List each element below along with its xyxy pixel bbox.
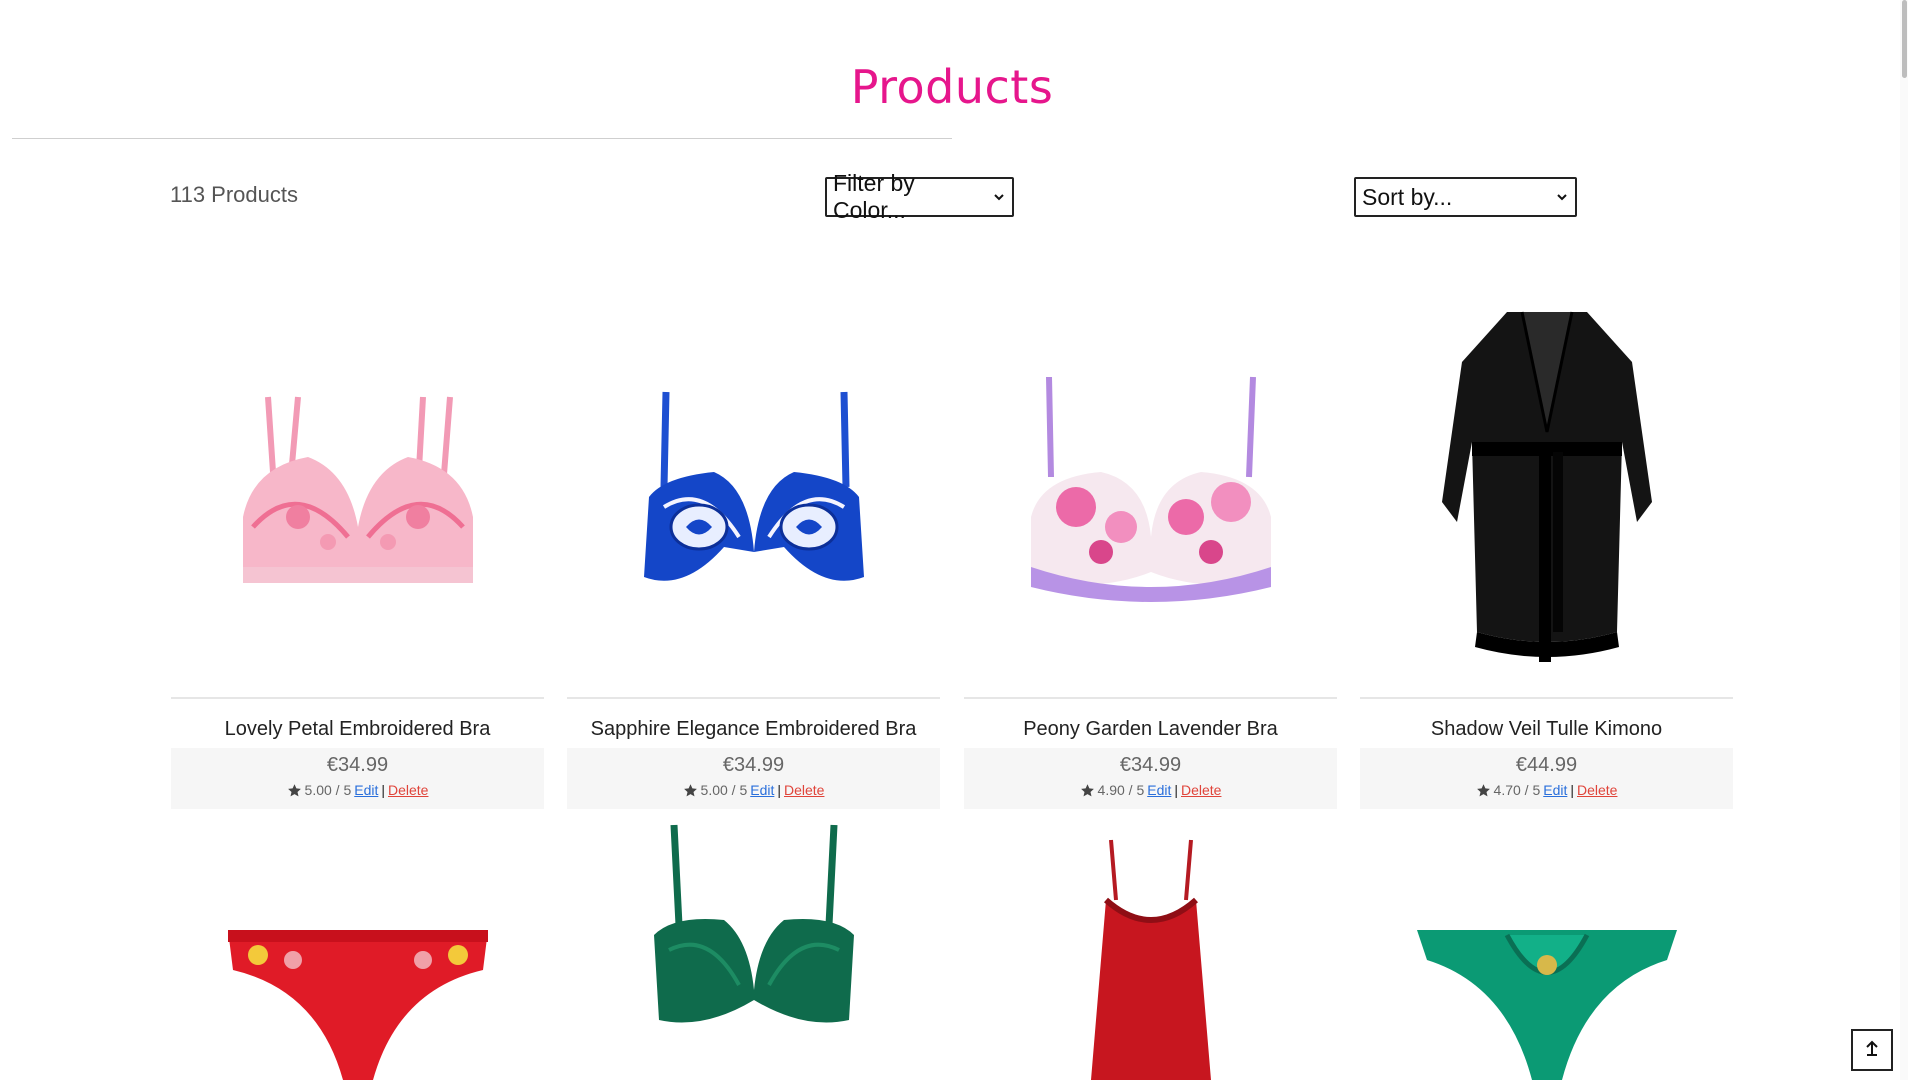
card-divider: [1360, 697, 1733, 699]
separator: |: [381, 782, 385, 798]
card-divider: [964, 697, 1337, 699]
product-card[interactable]: Shadow Veil Tulle Kimono €44.99 4.70 / 5…: [1360, 277, 1733, 809]
product-info: €34.99 5.00 / 5 Edit | Delete: [171, 748, 544, 809]
product-image-black-kimono[interactable]: [1360, 277, 1733, 697]
separator: |: [777, 782, 781, 798]
product-name[interactable]: Shadow Veil Tulle Kimono: [1360, 718, 1733, 742]
product-price: €34.99: [722, 754, 785, 776]
separator: |: [1570, 782, 1574, 798]
chevron-down-icon: [1555, 190, 1569, 204]
edit-link[interactable]: Edit: [750, 782, 774, 798]
product-name[interactable]: Lovely Petal Embroidered Bra: [171, 718, 544, 742]
product-rating: 5.00 / 5: [304, 782, 352, 798]
product-meta: 4.70 / 5 Edit | Delete: [1360, 782, 1733, 798]
product-image-red-slip[interactable]: [964, 820, 1337, 1080]
delete-link[interactable]: Delete: [388, 782, 428, 798]
product-image-green-bra[interactable]: [567, 820, 940, 1080]
product-rating: 4.90 / 5: [1097, 782, 1145, 798]
product-meta: 4.90 / 5 Edit | Delete: [964, 782, 1337, 798]
scroll-to-top-button[interactable]: [1851, 1029, 1893, 1071]
title-divider: [12, 138, 952, 139]
page-scrollbar[interactable]: [1900, 0, 1908, 1080]
arrow-up-icon: [1862, 1038, 1882, 1062]
color-filter-select[interactable]: Filter by Color...: [825, 170, 1014, 223]
product-rating: 5.00 / 5: [700, 782, 748, 798]
product-name[interactable]: Sapphire Elegance Embroidered Bra: [567, 718, 940, 742]
color-filter-value: Filter by Color...: [833, 170, 915, 223]
product-card[interactable]: Lovely Petal Embroidered Bra €34.99 5.00…: [171, 277, 544, 809]
sort-value: Sort by...: [1362, 183, 1453, 210]
delete-link[interactable]: Delete: [784, 782, 824, 798]
product-info: €44.99 4.70 / 5 Edit | Delete: [1360, 748, 1733, 809]
delete-link[interactable]: Delete: [1577, 782, 1617, 798]
page-title: Products: [850, 60, 1054, 114]
edit-link[interactable]: Edit: [1147, 782, 1171, 798]
product-info: €34.99 4.90 / 5 Edit | Delete: [964, 748, 1337, 809]
chevron-down-icon: [992, 190, 1006, 204]
product-price: €34.99: [326, 754, 389, 776]
star-icon: [1080, 783, 1095, 798]
scrollbar-thumb[interactable]: [1902, 0, 1907, 78]
card-divider: [567, 697, 940, 699]
product-image-green-thong[interactable]: [1360, 820, 1733, 1080]
product-rating: 4.70 / 5: [1493, 782, 1541, 798]
product-price: €44.99: [1515, 754, 1578, 776]
card-divider: [171, 697, 544, 699]
product-image-lavender-bra[interactable]: [964, 277, 1337, 697]
product-card[interactable]: Sapphire Elegance Embroidered Bra €34.99…: [567, 277, 940, 809]
edit-link[interactable]: Edit: [354, 782, 378, 798]
star-icon: [683, 783, 698, 798]
product-image-pink-bra[interactable]: [171, 277, 544, 697]
product-count: 113 Products: [170, 182, 299, 207]
product-meta: 5.00 / 5 Edit | Delete: [171, 782, 544, 798]
star-icon: [1476, 783, 1491, 798]
product-info: €34.99 5.00 / 5 Edit | Delete: [567, 748, 940, 809]
product-meta: 5.00 / 5 Edit | Delete: [567, 782, 940, 798]
product-image-red-thong[interactable]: [171, 820, 544, 1080]
sort-select[interactable]: Sort by...: [1354, 177, 1577, 217]
delete-link[interactable]: Delete: [1181, 782, 1221, 798]
product-image-blue-bra[interactable]: [567, 277, 940, 697]
edit-link[interactable]: Edit: [1543, 782, 1567, 798]
product-name[interactable]: Peony Garden Lavender Bra: [964, 718, 1337, 742]
star-icon: [287, 783, 302, 798]
separator: |: [1174, 782, 1178, 798]
product-price: €34.99: [1119, 754, 1182, 776]
product-card[interactable]: Peony Garden Lavender Bra €34.99 4.90 / …: [964, 277, 1337, 809]
